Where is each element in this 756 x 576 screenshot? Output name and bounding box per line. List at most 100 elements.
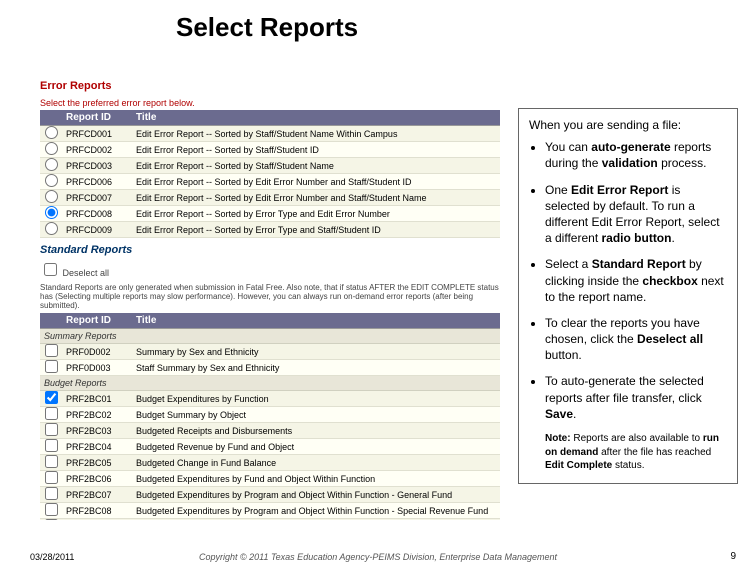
report-id: PRFCD008 (62, 207, 132, 221)
deselect-all-label: Deselect all (63, 268, 110, 278)
report-id: PRFCD001 (62, 127, 132, 141)
callout-list: You can auto-generate reports during the… (529, 139, 727, 422)
table-row: PRFCD007Edit Error Report -- Sorted by E… (40, 190, 500, 206)
standard-report-checkbox[interactable] (45, 391, 58, 404)
table-row: PRF2BC01Budget Expenditures by Function (40, 391, 500, 407)
standard-reports-note: Standard Reports are only generated when… (40, 283, 500, 310)
callout-bullet: To auto-generate the selected reports af… (545, 373, 727, 422)
report-title: Edit Error Report -- Sorted by Error Typ… (132, 223, 500, 237)
standard-report-checkbox[interactable] (45, 471, 58, 484)
deselect-all-row: Deselect all (40, 260, 500, 279)
report-id: PRF2BC04 (62, 440, 132, 454)
report-title: Budget Summary by Object (132, 408, 500, 422)
report-title: Summary by Sex and Ethnicity (132, 345, 500, 359)
standard-report-checkbox[interactable] (45, 455, 58, 468)
error-report-radio[interactable] (45, 158, 58, 171)
report-title: Budgeted Expenditures by Program and Obj… (132, 504, 500, 518)
report-select-screenshot: Error Reports Select the preferred error… (40, 80, 500, 520)
error-report-radio[interactable] (45, 222, 58, 235)
report-title: Budgeted Change in Fund Balance (132, 456, 500, 470)
col-report-id: Report ID (62, 313, 132, 328)
error-report-radio[interactable] (45, 190, 58, 203)
report-id: PRF2BC02 (62, 408, 132, 422)
report-id: PRFCD006 (62, 175, 132, 189)
report-title: Edit Error Report -- Sorted by Edit Erro… (132, 191, 500, 205)
report-id: PRFCD007 (62, 191, 132, 205)
col-title: Title (132, 313, 500, 328)
table-row: PRF2BC03Budgeted Receipts and Disburseme… (40, 423, 500, 439)
standard-report-checkbox[interactable] (45, 344, 58, 357)
report-id: PRF0D002 (62, 345, 132, 359)
report-title: Staff Summary by Sex and Ethnicity (132, 361, 500, 375)
standard-reports-header: Report ID Title (40, 313, 500, 329)
table-row: PRFCD009Edit Error Report -- Sorted by E… (40, 222, 500, 238)
report-title: Budgeted Expenditures by Fund and Object… (132, 472, 500, 486)
table-row: PRFCD003Edit Error Report -- Sorted by S… (40, 158, 500, 174)
callout-header: When you are sending a file: (529, 117, 727, 133)
report-title: Edit Error Report -- Sorted by Edit Erro… (132, 175, 500, 189)
table-row: PRF0D003Staff Summary by Sex and Ethnici… (40, 360, 500, 376)
standard-report-checkbox[interactable] (45, 519, 58, 520)
error-report-radio[interactable] (45, 174, 58, 187)
report-id: PRF2BC05 (62, 456, 132, 470)
table-row: PRF2BC08Budgeted Expenditures by Program… (40, 503, 500, 519)
report-id: PRF2BC03 (62, 424, 132, 438)
report-title: Combined Statement of Revenues, Expendit… (132, 520, 500, 521)
report-id: PRFCD009 (62, 223, 132, 237)
report-group-subhead: Summary Reports (40, 329, 500, 344)
callout-bullet: Select a Standard Report by clicking ins… (545, 256, 727, 305)
table-row: PRFCD001Edit Error Report -- Sorted by S… (40, 126, 500, 142)
table-row: PRF2BC09Combined Statement of Revenues, … (40, 519, 500, 520)
callout-note: Note: Reports are also available to run … (545, 432, 727, 473)
instruction-callout: When you are sending a file: You can aut… (518, 108, 738, 484)
footer-copyright: Copyright © 2011 Texas Education Agency-… (0, 552, 756, 562)
report-id: PRF2BC08 (62, 504, 132, 518)
report-id: PRF0D003 (62, 361, 132, 375)
report-id: PRFCD002 (62, 143, 132, 157)
report-id: PRF2BC07 (62, 488, 132, 502)
report-id: PRFCD003 (62, 159, 132, 173)
report-title: Edit Error Report -- Sorted by Staff/Stu… (132, 143, 500, 157)
report-title: Edit Error Report -- Sorted by Staff/Stu… (132, 127, 500, 141)
error-reports-heading: Error Reports (40, 80, 500, 92)
standard-report-checkbox[interactable] (45, 360, 58, 373)
callout-bullet: To clear the reports you have chosen, cl… (545, 315, 727, 364)
standard-report-checkbox[interactable] (45, 423, 58, 436)
report-title: Budgeted Expenditures by Program and Obj… (132, 488, 500, 502)
error-report-radio[interactable] (45, 206, 58, 219)
standard-report-checkbox[interactable] (45, 407, 58, 420)
callout-bullet: You can auto-generate reports during the… (545, 139, 727, 171)
deselect-all-checkbox[interactable] (44, 263, 57, 276)
standard-report-checkbox[interactable] (45, 487, 58, 500)
standard-report-checkbox[interactable] (45, 503, 58, 516)
report-title: Edit Error Report -- Sorted by Staff/Stu… (132, 159, 500, 173)
report-id: PRF2BC06 (62, 472, 132, 486)
table-row: PRFCD006Edit Error Report -- Sorted by E… (40, 174, 500, 190)
table-row: PRF2BC05Budgeted Change in Fund Balance (40, 455, 500, 471)
report-title: Budgeted Receipts and Disbursements (132, 424, 500, 438)
footer-page-number: 9 (730, 551, 736, 562)
error-reports-instruction: Select the preferred error report below. (40, 98, 500, 108)
table-row: PRF0D002Summary by Sex and Ethnicity (40, 344, 500, 360)
error-report-radio[interactable] (45, 126, 58, 139)
error-reports-header: Report ID Title (40, 110, 500, 126)
callout-bullet: One Edit Error Report is selected by def… (545, 182, 727, 247)
standard-report-checkbox[interactable] (45, 439, 58, 452)
col-title: Title (132, 110, 500, 125)
table-row: PRF2BC02Budget Summary by Object (40, 407, 500, 423)
page-title: Select Reports (176, 12, 358, 43)
report-id: PRF2BC01 (62, 392, 132, 406)
table-row: PRF2BC06Budgeted Expenditures by Fund an… (40, 471, 500, 487)
table-row: PRFCD008Edit Error Report -- Sorted by E… (40, 206, 500, 222)
report-title: Budgeted Revenue by Fund and Object (132, 440, 500, 454)
table-row: PRF2BC04Budgeted Revenue by Fund and Obj… (40, 439, 500, 455)
report-group-subhead: Budget Reports (40, 376, 500, 391)
table-row: PRFCD002Edit Error Report -- Sorted by S… (40, 142, 500, 158)
col-report-id: Report ID (62, 110, 132, 125)
error-report-radio[interactable] (45, 142, 58, 155)
report-id: PRF2BC09 (62, 520, 132, 521)
report-title: Edit Error Report -- Sorted by Error Typ… (132, 207, 500, 221)
standard-reports-heading: Standard Reports (40, 244, 500, 256)
table-row: PRF2BC07Budgeted Expenditures by Program… (40, 487, 500, 503)
report-title: Budget Expenditures by Function (132, 392, 500, 406)
